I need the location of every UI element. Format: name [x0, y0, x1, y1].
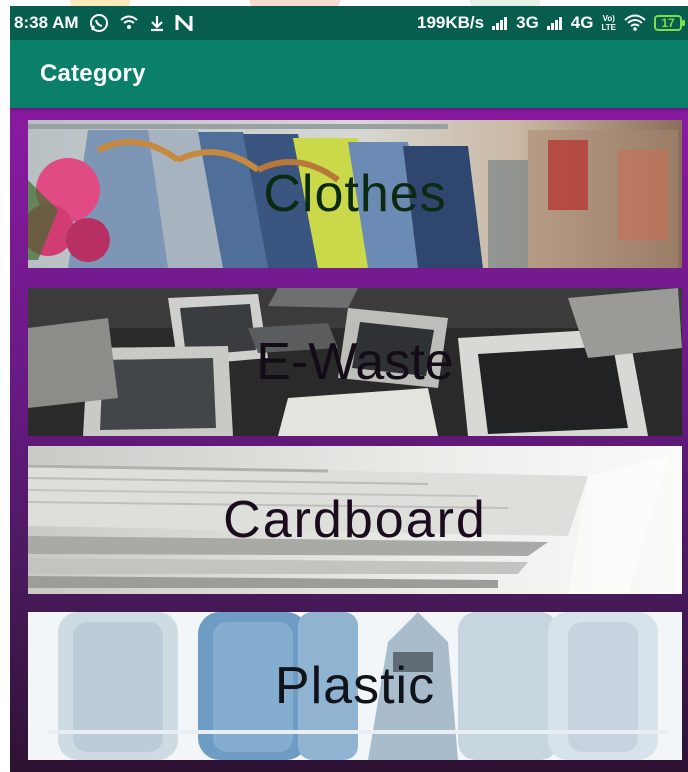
volte-bottom: LTE	[601, 23, 616, 32]
category-card-cardboard[interactable]: Cardboard	[28, 446, 682, 594]
battery-icon: 17	[654, 15, 685, 31]
category-card-ewaste[interactable]: E-Waste	[28, 288, 682, 436]
network-type-4g: 4G	[570, 13, 594, 32]
category-label-ewaste: E-Waste	[256, 333, 454, 391]
n-notification-icon	[175, 15, 193, 31]
whatsapp-icon	[89, 13, 109, 33]
volte-indicator: Vo) LTE	[601, 14, 616, 32]
network-type-3g: 3G	[516, 13, 539, 32]
category-label-cardboard: Cardboard	[223, 491, 487, 549]
download-icon	[149, 14, 165, 32]
wifi-hotspot-icon	[119, 14, 139, 32]
signal-icon	[546, 16, 563, 30]
category-card-plastic[interactable]: Plastic	[28, 612, 682, 760]
phone-screen: 8:38 AM 199KB/s 3G 4G Vo) LTE 17 Categor…	[10, 6, 688, 772]
app-bar: Category	[10, 40, 688, 108]
volte-top: Vo)	[602, 14, 615, 23]
category-label-plastic: Plastic	[274, 657, 436, 715]
network-speed: 199KB/s	[417, 13, 485, 32]
battery-level: 17	[661, 16, 675, 30]
wifi-icon	[624, 14, 646, 32]
category-list: Clothes E-Waste Cardboard Plastic	[10, 108, 688, 772]
category-card-clothes[interactable]: Clothes	[28, 120, 682, 268]
signal-icon	[492, 16, 508, 30]
page-title: Category	[40, 60, 146, 87]
status-bar: 8:38 AM 199KB/s 3G 4G Vo) LTE 17	[10, 6, 688, 40]
status-time: 8:38 AM	[14, 13, 79, 32]
category-label-clothes: Clothes	[263, 165, 447, 223]
